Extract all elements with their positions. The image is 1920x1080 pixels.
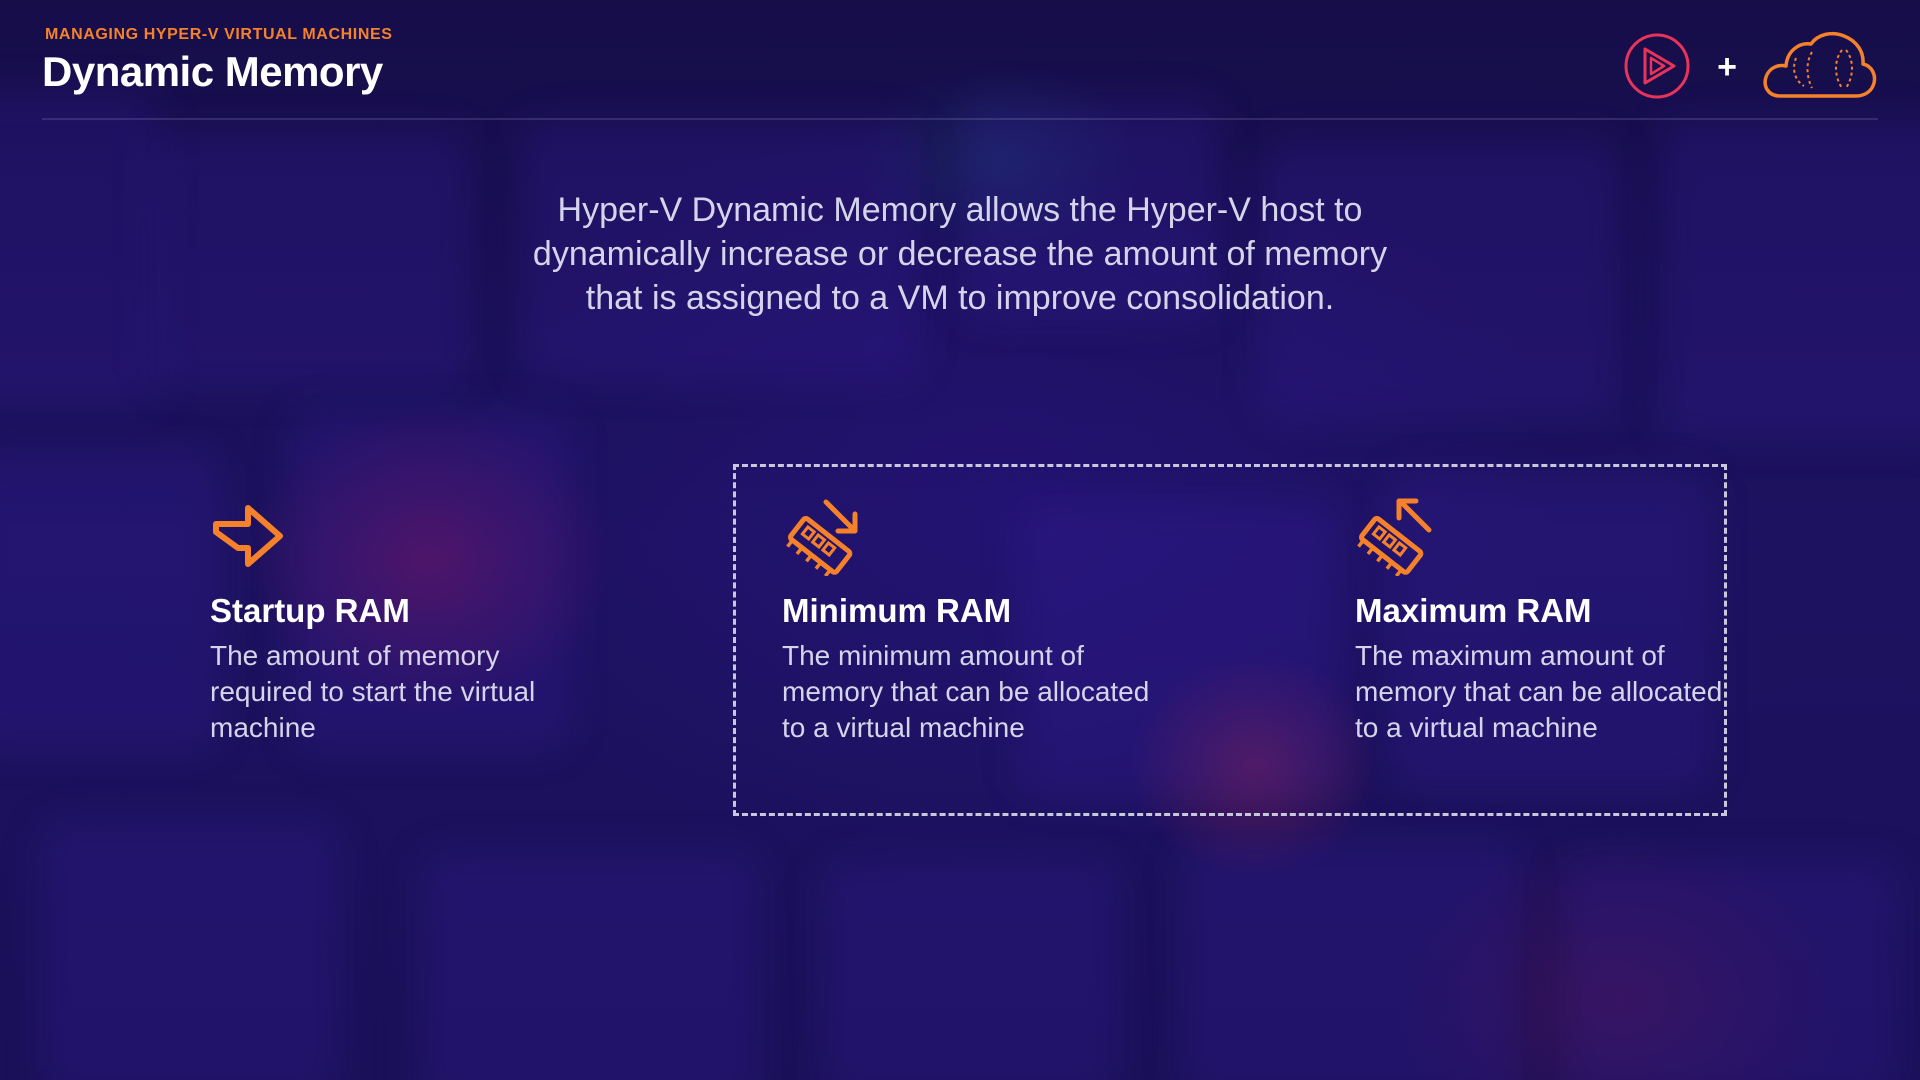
memory-increase-icon [1357, 498, 1432, 576]
cloud-logo-icon [1763, 31, 1877, 98]
section-eyebrow: MANAGING HYPER-V VIRTUAL MACHINES [45, 26, 393, 43]
card-minimum-ram: Minimum RAM The minimum amount of memory… [782, 496, 1152, 746]
arrow-right-icon [213, 505, 283, 567]
card-maximum-ram: Maximum RAM The maximum amount of memory… [1355, 496, 1725, 746]
card-startup-ram: Startup RAM The amount of memory require… [210, 496, 580, 746]
intro-line-1: Hyper-V Dynamic Memory allows the Hyper-… [557, 191, 1363, 229]
card-description: The maximum amount of memory that can be… [1355, 640, 1723, 743]
card-title: Minimum RAM [782, 592, 1012, 629]
card-title: Startup RAM [210, 592, 410, 629]
header-divider [42, 118, 1878, 120]
plus-sign: + [1717, 48, 1737, 86]
intro-line-2: dynamically increase or decrease the amo… [532, 235, 1388, 273]
intro-line-3: that is assigned to a VM to improve cons… [585, 279, 1335, 317]
play-logo-icon [1624, 33, 1690, 99]
intro-text: Hyper-V Dynamic Memory allows the Hyper-… [440, 188, 1480, 320]
card-description: The amount of memory required to start t… [210, 640, 536, 743]
card-description: The minimum amount of memory that can be… [782, 640, 1150, 743]
card-title: Maximum RAM [1355, 592, 1592, 629]
slide-title: Dynamic Memory [42, 48, 383, 95]
memory-decrease-icon [786, 499, 858, 576]
